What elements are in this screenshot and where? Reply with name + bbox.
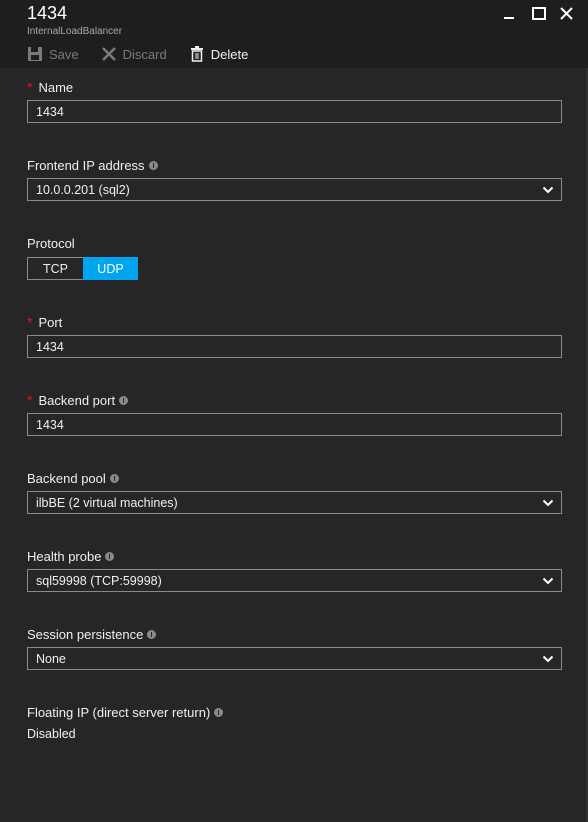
- maximize-icon: [532, 7, 546, 20]
- trash-icon: [189, 46, 205, 62]
- chevron-down-icon: [542, 577, 554, 585]
- frontend-ip-value: 10.0.0.201 (sql2): [36, 182, 130, 197]
- session-persistence-label: Session persistence: [27, 626, 144, 642]
- health-probe-label: Health probe: [27, 548, 102, 564]
- floating-ip-label: Floating IP (direct server return): [27, 704, 211, 720]
- chevron-down-icon: [542, 655, 554, 663]
- health-probe-value: sql59998 (TCP:59998): [36, 573, 162, 588]
- port-input[interactable]: 1434: [27, 335, 562, 358]
- port-field-group: * Port 1434: [27, 314, 562, 358]
- save-icon: [27, 46, 43, 62]
- info-icon[interactable]: [214, 707, 224, 717]
- backend-port-field-group: * Backend port 1434: [27, 392, 562, 436]
- chevron-down-icon: [542, 499, 554, 507]
- name-field-group: * Name 1434: [27, 79, 562, 123]
- save-label: Save: [49, 46, 79, 62]
- protocol-field-group: Protocol TCP UDP: [27, 235, 562, 280]
- name-input[interactable]: 1434: [27, 100, 562, 123]
- close-button[interactable]: [558, 6, 576, 22]
- minimize-icon: [504, 17, 514, 19]
- discard-icon: [101, 46, 117, 62]
- save-button[interactable]: Save: [27, 46, 79, 62]
- discard-label: Discard: [122, 46, 167, 62]
- backend-pool-value: ilbBE (2 virtual machines): [36, 495, 178, 510]
- maximize-button[interactable]: [530, 6, 548, 22]
- blade-subtitle: InternalLoadBalancer: [27, 26, 123, 37]
- minimize-button[interactable]: [500, 6, 518, 22]
- info-icon[interactable]: [148, 160, 158, 170]
- backend-pool-select[interactable]: ilbBE (2 virtual machines): [27, 491, 562, 514]
- command-bar: Save Discard Delete: [27, 44, 270, 64]
- health-probe-select[interactable]: sql59998 (TCP:59998): [27, 569, 562, 592]
- protocol-option-tcp[interactable]: TCP: [27, 257, 83, 280]
- port-label: Port: [38, 314, 63, 330]
- health-probe-field-group: Health probe sql59998 (TCP:59998): [27, 548, 562, 592]
- required-asterisk: *: [27, 392, 33, 408]
- name-label: Name: [38, 79, 74, 95]
- blade-header: 1434 InternalLoadBalancer Save Discard D…: [0, 0, 588, 68]
- backend-pool-label: Backend pool: [27, 470, 106, 486]
- chevron-down-icon: [542, 186, 554, 194]
- session-persistence-field-group: Session persistence None: [27, 626, 562, 670]
- frontend-ip-field-group: Frontend IP address 10.0.0.201 (sql2): [27, 157, 562, 201]
- floating-ip-field-group: Floating IP (direct server return) Disab…: [27, 704, 562, 741]
- delete-button[interactable]: Delete: [189, 46, 249, 62]
- session-persistence-select[interactable]: None: [27, 647, 562, 670]
- backend-port-label: Backend port: [38, 392, 116, 408]
- info-icon[interactable]: [105, 551, 115, 561]
- frontend-ip-label: Frontend IP address: [27, 157, 145, 173]
- required-asterisk: *: [27, 314, 33, 330]
- frontend-ip-select[interactable]: 10.0.0.201 (sql2): [27, 178, 562, 201]
- backend-pool-field-group: Backend pool ilbBE (2 virtual machines): [27, 470, 562, 514]
- floating-ip-value: Disabled: [27, 727, 76, 741]
- delete-label: Delete: [210, 46, 249, 62]
- required-asterisk: *: [27, 79, 33, 95]
- protocol-label: Protocol: [27, 235, 75, 251]
- blade-title: 1434: [27, 3, 68, 23]
- protocol-option-udp[interactable]: UDP: [83, 257, 138, 280]
- info-icon[interactable]: [147, 629, 157, 639]
- session-persistence-value: None: [36, 651, 66, 666]
- close-icon: [560, 7, 573, 20]
- info-icon[interactable]: [119, 395, 129, 405]
- info-icon[interactable]: [109, 473, 119, 483]
- discard-button[interactable]: Discard: [101, 46, 167, 62]
- protocol-toggle: TCP UDP: [27, 257, 562, 280]
- backend-port-input[interactable]: 1434: [27, 413, 562, 436]
